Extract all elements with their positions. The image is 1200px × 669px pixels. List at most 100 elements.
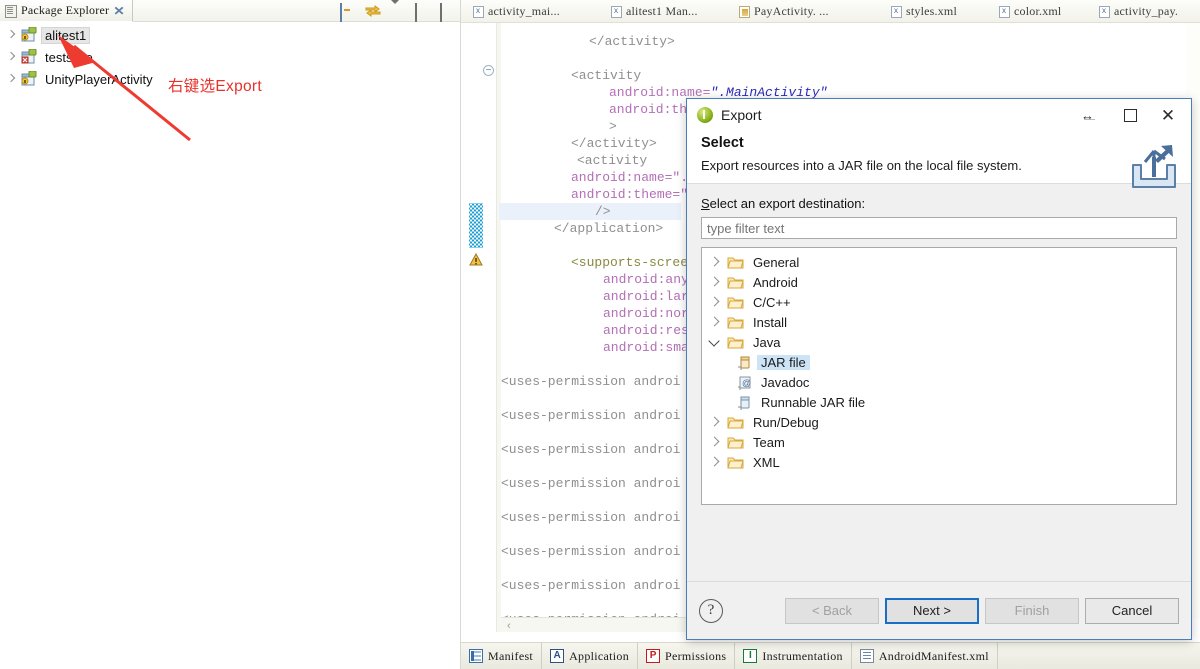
tab-activity-pay-xml[interactable]: activity_pay. xyxy=(1093,0,1184,23)
permissions-icon: P xyxy=(646,649,661,663)
manifest-icon xyxy=(469,649,483,663)
tree-item-team[interactable]: Team xyxy=(702,432,1176,452)
back-button[interactable]: < Back xyxy=(785,597,879,624)
tree-item-run-debug[interactable]: Run/Debug xyxy=(702,412,1176,432)
svg-text:@: @ xyxy=(742,378,751,388)
page-tab-label: Instrumentation xyxy=(762,648,843,663)
window-controls: ↔ ✕ xyxy=(1065,100,1187,130)
chevron-right-icon[interactable] xyxy=(708,455,722,469)
tree-item-label: Team xyxy=(753,434,785,450)
chevron-right-icon[interactable] xyxy=(6,52,16,62)
editor-tab-label: alitest1 Man... xyxy=(626,4,698,18)
chevron-right-icon[interactable] xyxy=(708,275,722,289)
folder-icon xyxy=(727,277,744,289)
help-button[interactable]: ? xyxy=(699,598,723,623)
runnable-jar-file-icon xyxy=(738,396,750,410)
tree-item-label: Runnable JAR file xyxy=(761,394,866,410)
tree-item-label: alitest1 xyxy=(40,26,91,44)
tab-alitest1-manifest[interactable]: alitest1 Man... xyxy=(605,0,704,23)
warning-marker-icon[interactable] xyxy=(469,252,483,266)
tree-item-label: C/C++ xyxy=(753,294,791,310)
tree-item-label: XML xyxy=(753,454,780,470)
change-indicator-bar xyxy=(469,203,483,248)
export-dialog: Export ↔ ✕ Select Export resources into … xyxy=(686,98,1192,640)
tree-item-c-cpp[interactable]: C/C++ xyxy=(702,292,1176,312)
chevron-right-icon[interactable] xyxy=(708,255,722,269)
tree-item-alitest1[interactable]: alitest1 xyxy=(0,24,460,46)
close-icon[interactable]: ✕ xyxy=(113,5,125,17)
tab-activity-main-xml[interactable]: activity_mai... xyxy=(467,0,566,23)
tree-item-runnable-jar-file[interactable]: Runnable JAR file xyxy=(702,392,1176,412)
dialog-title: Export xyxy=(721,107,762,123)
next-button[interactable]: Next > xyxy=(885,597,979,624)
tree-item-xml[interactable]: XML xyxy=(702,452,1176,472)
tree-item-java[interactable]: Java xyxy=(702,332,1176,352)
tab-package-explorer[interactable]: Package Explorer ✕ xyxy=(0,0,134,22)
editor-tab-label: activity_pay. xyxy=(1114,4,1179,18)
link-with-editor-icon[interactable] xyxy=(365,4,381,20)
chevron-right-icon[interactable] xyxy=(6,30,16,40)
xml-file-icon xyxy=(891,5,902,18)
resize-icon[interactable]: ↔ xyxy=(1065,100,1111,130)
tree-item-label: Run/Debug xyxy=(753,414,819,430)
eclipse-ide-window: Package Explorer ✕ alitest1 teststyle Un… xyxy=(0,0,1200,669)
tab-manifest[interactable]: Manifest xyxy=(461,643,543,669)
tree-item-jar-file[interactable]: JAR file xyxy=(702,352,1176,372)
tab-permissions[interactable]: P Permissions xyxy=(638,643,736,669)
editor-tab-label: styles.xml xyxy=(906,4,958,18)
xml-file-icon xyxy=(611,5,622,18)
export-destination-tree[interactable]: General Android C/C++ Install Java JAR f… xyxy=(701,247,1177,505)
code-line: <activity xyxy=(571,68,642,83)
tab-payactivity-java[interactable]: PayActivity. ... xyxy=(733,0,835,23)
chevron-right-icon[interactable] xyxy=(6,74,16,84)
close-button[interactable]: ✕ xyxy=(1149,100,1187,130)
code-line: </activity> xyxy=(571,136,657,151)
editor-tab-label: color.xml xyxy=(1014,4,1062,18)
tree-item-label: Java xyxy=(753,334,781,350)
tab-androidmanifest-xml[interactable]: AndroidManifest.xml xyxy=(852,643,998,669)
chevron-right-icon[interactable] xyxy=(708,295,722,309)
maximize-button[interactable] xyxy=(1111,100,1149,130)
chevron-down-icon[interactable] xyxy=(708,335,722,349)
tab-styles-xml[interactable]: styles.xml xyxy=(885,0,963,23)
editor-tab-label: PayActivity. ... xyxy=(754,4,829,18)
filter-input[interactable] xyxy=(701,217,1177,239)
link-with-editor-glyph xyxy=(365,5,381,17)
tree-item-javadoc[interactable]: @ Javadoc xyxy=(702,372,1176,392)
folder-icon xyxy=(727,457,744,469)
chevron-right-icon[interactable] xyxy=(708,435,722,449)
code-line: </application> xyxy=(554,221,664,236)
xml-file-icon xyxy=(1099,5,1110,18)
export-icon xyxy=(1132,145,1176,188)
tab-instrumentation[interactable]: I Instrumentation xyxy=(735,643,852,669)
tree-item-general[interactable]: General xyxy=(702,252,1176,272)
minimize-icon[interactable] xyxy=(1084,118,1095,120)
package-explorer-toolbar xyxy=(340,0,456,22)
dialog-title-bar[interactable]: Export ↔ ✕ xyxy=(687,99,1191,131)
eclipse-icon xyxy=(697,107,713,123)
tree-item-teststyle[interactable]: teststyle xyxy=(0,46,460,68)
view-menu-icon[interactable] xyxy=(390,0,406,21)
package-explorer-tab-row: Package Explorer ✕ xyxy=(0,0,460,22)
xml-file-icon xyxy=(473,5,484,18)
tab-color-xml[interactable]: color.xml xyxy=(993,0,1067,23)
dialog-body: Select an export destination: General An… xyxy=(687,184,1191,581)
scroll-left-arrow-icon[interactable]: ‹ xyxy=(507,620,511,632)
chevron-right-icon[interactable] xyxy=(708,315,722,329)
folder-icon xyxy=(727,257,744,269)
minimize-icon[interactable] xyxy=(415,3,431,22)
maximize-icon[interactable] xyxy=(440,3,456,22)
code-line: </activity> xyxy=(589,34,675,49)
code-line: <uses-permission androi xyxy=(501,476,681,491)
tree-item-label: JAR file xyxy=(757,354,810,370)
tree-item-android[interactable]: Android xyxy=(702,272,1176,292)
finish-button[interactable]: Finish xyxy=(985,597,1079,624)
fold-collapse-icon[interactable]: − xyxy=(483,65,494,76)
chevron-right-icon[interactable] xyxy=(708,415,722,429)
editor-gutter[interactable]: − xyxy=(461,23,497,632)
tab-application[interactable]: A Application xyxy=(542,643,639,669)
collapse-all-icon[interactable] xyxy=(340,3,356,22)
cancel-button[interactable]: Cancel xyxy=(1085,597,1179,624)
tree-item-label: General xyxy=(753,254,800,270)
tree-item-install[interactable]: Install xyxy=(702,312,1176,332)
